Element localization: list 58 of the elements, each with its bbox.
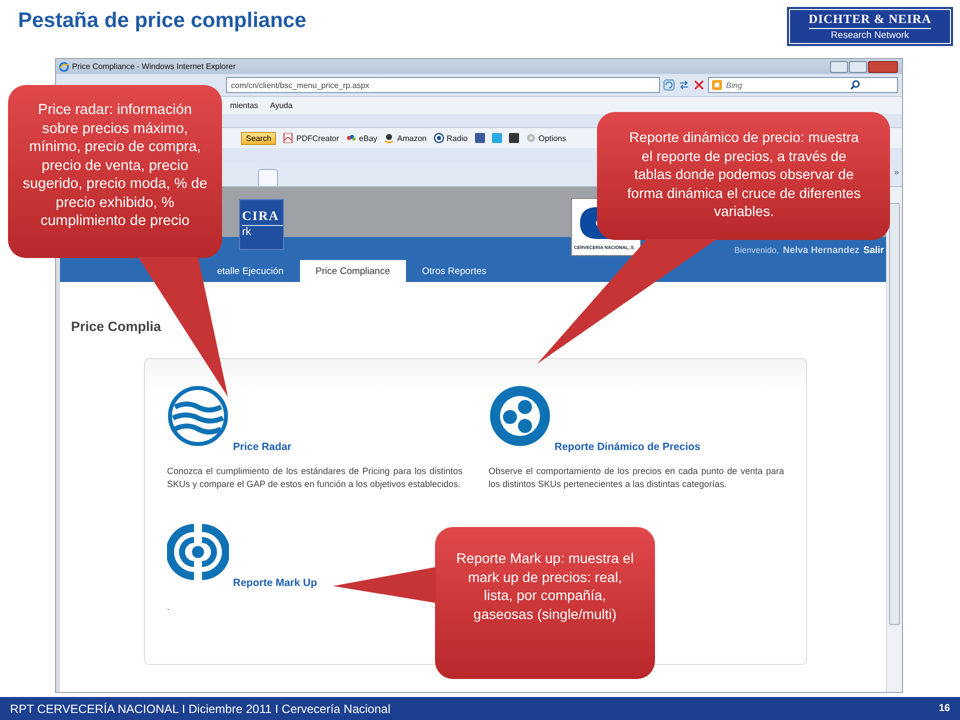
nav-tab[interactable]: Price Compliance <box>300 260 406 282</box>
radio-icon <box>434 133 444 143</box>
nav-tab[interactable]: Otros Reportes <box>406 260 502 282</box>
report-description: . <box>167 601 171 614</box>
welcome-text: Bienvenido, <box>734 245 779 256</box>
scrollbar[interactable] <box>886 187 902 692</box>
smile-icon <box>384 133 394 143</box>
window-title: Price Compliance - Windows Internet Explorer <box>72 62 236 71</box>
search-engine-icon <box>712 80 722 90</box>
logout-link[interactable]: Salir <box>863 245 884 256</box>
stop-icon <box>693 79 705 91</box>
toolbar-link[interactable]: Options <box>538 134 566 142</box>
nav-tab[interactable]: etalle Ejecución <box>201 260 300 282</box>
scrollbar-thumb[interactable] <box>889 203 900 625</box>
gear-icon <box>526 133 536 143</box>
toolbar-link[interactable]: Radio <box>446 134 468 142</box>
report-link[interactable]: Reporte Mark Up <box>233 577 318 589</box>
report-link[interactable]: Reporte Dinámico de Precios <box>554 441 700 453</box>
browser-tab[interactable] <box>258 169 278 186</box>
tile-icon[interactable] <box>474 133 485 143</box>
logo-text: DICHTER & NEIRA <box>808 12 932 29</box>
callout-text: Reporte dinámico de precio: muestra el reporte de precios, a través de tablas donde podemos observar de forma dinámica el cruce de diferentes variables. <box>626 128 862 220</box>
search-box[interactable]: Bing <box>708 77 898 93</box>
browser-icon <box>59 62 69 72</box>
footer-text: RPT CERVECERÍA NACIONAL I Diciembre 2011 I Cervecería Nacional <box>10 702 390 716</box>
document-icon <box>283 133 294 143</box>
report-link[interactable]: Price Radar <box>233 441 292 453</box>
toolbar-link[interactable]: eBay <box>359 134 378 142</box>
close-button[interactable] <box>868 60 898 72</box>
toolbar-link[interactable]: Amazon <box>397 134 427 142</box>
search-button[interactable]: Search <box>241 132 276 144</box>
page-number: 16 <box>938 703 950 714</box>
circles-icon <box>488 385 550 447</box>
maximize-button[interactable] <box>849 60 867 72</box>
report-description: Conozca el cumplimiento de los estándares de Pricing para los distintos SKUs y compare el GAP de estos en función a los objetivos establecidos. <box>167 465 462 491</box>
report-description: Observe el comportamiento de los precios en cada punto de venta para los distintos SKUs pertenecientes a las distintas categorías. <box>488 465 784 491</box>
swap-icon <box>678 79 690 91</box>
signal-icon <box>167 521 229 583</box>
logo-text: rk <box>242 226 252 238</box>
logo-subtitle: Research Network <box>830 30 910 41</box>
callout-text: Reporte Mark up: muestra el mark up de precios: real, lista, por compañía, gaseosas (single/multi) <box>455 549 635 623</box>
dots-icon <box>346 133 356 143</box>
menu-item[interactable]: Ayuda <box>270 101 293 110</box>
callout-text: Price radar: información sobre precios máximo, mínimo, precio de compra, precio de venta, precio sugerido, precio moda, % de precio exhibido, % cumplimiento de precio <box>22 101 208 230</box>
menu-item[interactable]: mientas <box>230 101 258 110</box>
logo-text: CIRA <box>242 208 283 226</box>
slide-title: Pestaña de price compliance <box>18 9 306 33</box>
minimize-button[interactable] <box>830 60 848 72</box>
refresh-icon <box>663 79 675 91</box>
tile-icon[interactable] <box>508 133 519 143</box>
more-chevron[interactable]: » <box>894 167 899 177</box>
toolbar-link[interactable]: PDFCreator <box>296 134 340 142</box>
address-field[interactable]: com/cn/client/bsc_menu_price_rp.aspx <box>226 77 660 93</box>
user-name: Nelva Hernandez <box>782 245 860 256</box>
search-icon <box>850 80 860 90</box>
page-heading: Price Complia <box>71 319 162 334</box>
waves-icon <box>167 385 229 447</box>
tile-icon[interactable] <box>492 133 502 143</box>
